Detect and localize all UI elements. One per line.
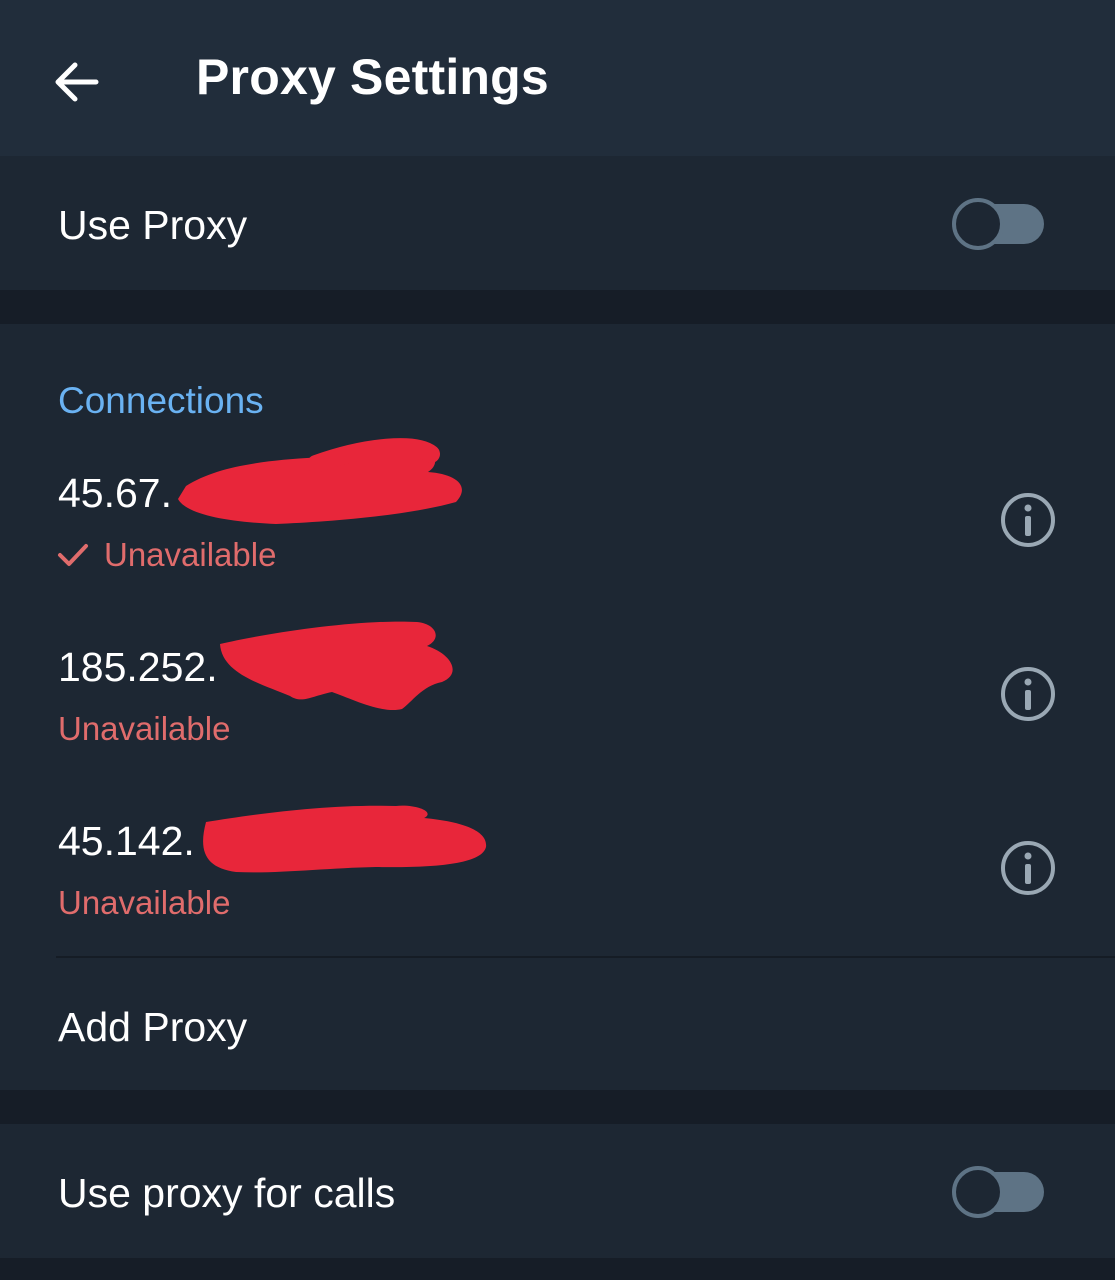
divider	[56, 956, 1115, 958]
connections-header: Connections	[58, 380, 264, 421]
page-title: Proxy Settings	[196, 49, 549, 105]
calls-proxy-section: Use proxy for calls	[0, 1124, 1115, 1258]
info-icon[interactable]	[996, 488, 1060, 552]
add-proxy-button[interactable]: Add Proxy	[58, 1004, 247, 1051]
proxy-status: Unavailable	[104, 536, 277, 573]
calls-proxy-toggle[interactable]	[952, 1162, 1048, 1222]
info-icon[interactable]	[996, 836, 1060, 900]
calls-proxy-label: Use proxy for calls	[58, 1170, 396, 1216]
proxy-item[interactable]: 45.67. Unavailable	[0, 434, 1115, 608]
redaction-scribble	[203, 805, 487, 873]
toggle-knob	[952, 1166, 1004, 1218]
redaction-scribble	[178, 438, 462, 524]
arrow-left-icon	[55, 62, 99, 102]
proxy-status: Unavailable	[58, 884, 231, 921]
use-proxy-label: Use Proxy	[58, 202, 248, 248]
use-proxy-toggle[interactable]	[952, 194, 1048, 254]
toggle-knob	[952, 198, 1004, 250]
proxy-address: 185.252.	[58, 644, 218, 690]
back-button[interactable]	[38, 44, 114, 120]
connections-section: Connections 45.67. Unavailable 185.252. …	[0, 324, 1115, 1090]
proxy-address: 45.142.	[58, 818, 195, 864]
proxy-item[interactable]: 185.252. Unavailable	[0, 608, 1115, 782]
proxy-status: Unavailable	[58, 710, 231, 747]
info-icon[interactable]	[996, 662, 1060, 726]
redaction-scribble	[220, 621, 453, 711]
top-app-bar: Proxy Settings	[0, 0, 1115, 156]
use-proxy-section: Use Proxy	[0, 156, 1115, 290]
proxy-address: 45.67.	[58, 470, 172, 516]
proxy-item[interactable]: 45.142. Unavailable	[0, 782, 1115, 956]
check-icon	[58, 544, 88, 566]
